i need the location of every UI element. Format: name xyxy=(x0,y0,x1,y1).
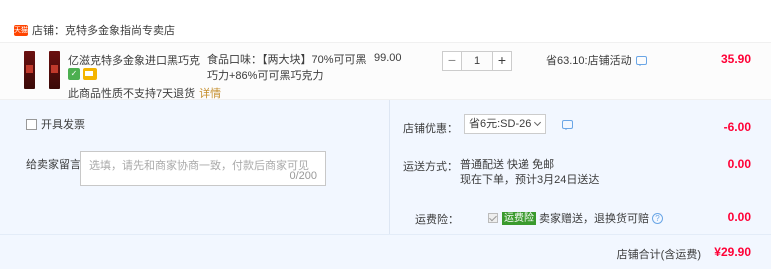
shipping-method-label: 运送方式： xyxy=(403,161,458,173)
order-options: 开具发票 给卖家留言： 选填，请先和商家协商一致，付款后商家可见 0/200 店… xyxy=(0,100,771,234)
shipping-method-name: 普通配送 快递 免邮 xyxy=(460,159,555,171)
shop-discount-amount: -6.00 xyxy=(723,120,751,134)
return-policy-text: 此商品性质不支持7天退货 xyxy=(68,88,196,100)
invoice-label: 开具发票 xyxy=(41,119,85,131)
tmall-logo-icon: 天猫 xyxy=(14,24,28,36)
seller-note-textarea[interactable]: 选填，请先和商家协商一致，付款后商家可见 0/200 xyxy=(80,151,326,186)
insurance-checkbox[interactable] xyxy=(488,213,498,223)
invoice-checkbox[interactable] xyxy=(26,118,37,130)
product-title[interactable]: 亿滋克特多金象进口黑巧克力8... xyxy=(68,52,200,68)
insurance-amount: 0.00 xyxy=(727,210,751,224)
options-left-panel: 开具发票 给卖家留言： 选填，请先和商家协商一致，付款后商家可见 0/200 xyxy=(0,100,390,234)
discount-chat-icon[interactable] xyxy=(562,120,573,130)
shipping-insurance-option: 运费险 卖家赠送，退换货可赔 ? xyxy=(488,210,663,226)
seller-note-placeholder: 选填，请先和商家协商一致，付款后商家可见 xyxy=(89,160,309,172)
card-badge-icon[interactable] xyxy=(83,68,97,80)
quantity-input[interactable]: 1 xyxy=(462,51,492,71)
chocolate-bar-image xyxy=(49,51,60,89)
promotion-text: 省63.10:店铺活动 xyxy=(546,55,632,67)
shipping-insurance-label: 运费险： xyxy=(415,214,459,226)
product-variant: 食品口味：【两大块】70%可可黑巧力+86%可可黑巧克力 xyxy=(207,54,367,82)
chevron-down-icon xyxy=(533,118,542,127)
order-shop-block: 天猫 店铺：克特多金象指尚专卖店 亿滋克特多金象进口黑巧克力8... ✓ 此商品… xyxy=(0,0,771,269)
chocolate-bar-image xyxy=(24,51,35,89)
shop-total-bar: 店铺合计(含运费) ¥29.90 xyxy=(0,234,771,269)
help-icon[interactable]: ? xyxy=(652,212,663,224)
shipping-amount: 0.00 xyxy=(727,157,751,171)
promotion-info: 省63.10:店铺活动 xyxy=(546,52,647,68)
seller-note-counter: 0/200 xyxy=(289,170,317,182)
shop-total-label: 店铺合计(含运费) xyxy=(616,249,701,261)
shop-discount-value: 省6元:SD-26 xyxy=(469,118,532,130)
return-policy-note: 此商品性质不支持7天退货 详情 xyxy=(68,85,221,101)
return-details-link[interactable]: 详情 xyxy=(199,88,221,100)
shop-header: 天猫 店铺：克特多金象指尚专卖店 xyxy=(0,18,771,42)
insurance-text: 卖家赠送，退换货可赔 xyxy=(539,213,649,225)
shop-discount-select[interactable]: 省6元:SD-26 xyxy=(464,114,546,134)
service-badges: ✓ xyxy=(68,68,97,80)
shop-total-value: ¥29.90 xyxy=(714,245,751,259)
insurance-tag: 运费险 xyxy=(502,211,536,225)
invoice-option[interactable]: 开具发票 xyxy=(26,116,85,132)
increase-quantity-button[interactable]: + xyxy=(492,51,512,71)
product-thumbnail[interactable] xyxy=(22,51,62,91)
unit-price: 99.00 xyxy=(374,52,402,64)
shipping-eta: 现在下单，预计3月24日送达 xyxy=(460,174,600,186)
shipping-method-info: 普通配送 快递 免邮 现在下单，预计3月24日送达 xyxy=(460,158,599,188)
shop-discount-label: 店铺优惠： xyxy=(403,123,458,135)
guarantee-badge-icon[interactable]: ✓ xyxy=(68,68,80,80)
shop-name[interactable]: 店铺：克特多金象指尚专卖店 xyxy=(32,22,175,38)
decrease-quantity-button[interactable]: − xyxy=(442,51,462,71)
line-total-price: 35.90 xyxy=(720,52,751,66)
order-item-row: 亿滋克特多金象进口黑巧克力8... ✓ 此商品性质不支持7天退货详情 食品口味：… xyxy=(0,42,771,100)
quantity-stepper: − 1 + xyxy=(442,51,512,71)
promotion-chat-icon[interactable] xyxy=(635,55,647,66)
